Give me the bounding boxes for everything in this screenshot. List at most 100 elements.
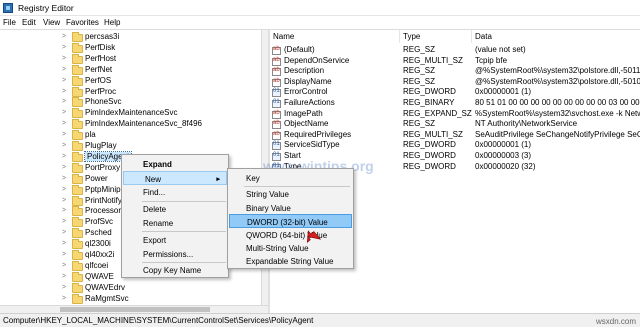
value-name: (Default) (284, 45, 315, 54)
context-item-find[interactable]: Find... (122, 185, 228, 199)
column-header-name[interactable]: Name (270, 30, 400, 43)
tree-item[interactable]: > PerfHost (0, 53, 261, 65)
folder-icon (72, 86, 83, 97)
tree-item-label: Power (85, 173, 108, 183)
expand-arrow-icon[interactable]: > (62, 98, 66, 105)
submenu-item-multi-string-value[interactable]: Multi-String Value (228, 241, 353, 255)
submenu-item-qword-value[interactable]: QWORD (64-bit) Value (228, 228, 353, 242)
tree-item[interactable]: > PhoneSvc (0, 97, 261, 108)
expand-arrow-icon[interactable]: > (62, 295, 66, 302)
tree-item-label: PerfHost (85, 53, 117, 63)
tree-horizontal-scrollbar[interactable] (0, 305, 268, 313)
expand-arrow-icon[interactable]: > (62, 55, 66, 62)
tree-hscroll-thumb[interactable] (60, 307, 210, 312)
expand-arrow-icon[interactable]: > (62, 197, 66, 204)
value-row[interactable]: DisplayName REG_SZ @%SystemRoot%\system32\… (270, 77, 640, 88)
submenu-item-expandable-string-value[interactable]: Expandable String Value (228, 254, 353, 268)
submenu-item-binary-value[interactable]: Binary Value (228, 201, 353, 215)
value-row[interactable]: FailureActions REG_BINARY 80 51 01 00 00 0… (270, 98, 640, 109)
expand-arrow-icon[interactable]: > (62, 175, 66, 182)
value-data: 0x00000003 (3) (475, 151, 532, 160)
value-row[interactable]: (Default) REG_SZ (value not set) (270, 45, 640, 56)
tree-item[interactable]: > QWAVEdrv (0, 282, 261, 294)
expand-arrow-icon[interactable]: > (62, 33, 66, 40)
submenu-item-key[interactable]: Key (228, 171, 353, 185)
value-type: REG_DWORD (403, 140, 456, 150)
tree-item[interactable]: > PerfProc (0, 86, 261, 98)
column-header-type[interactable]: Type (400, 30, 472, 43)
tree-item-label: pla (85, 130, 96, 140)
expand-arrow-icon[interactable]: > (62, 120, 66, 127)
expand-arrow-icon[interactable]: > (62, 88, 66, 95)
expand-arrow-icon[interactable]: > (62, 164, 66, 171)
menu-edit[interactable]: Edit (22, 18, 36, 27)
expand-arrow-icon[interactable]: > (62, 262, 66, 269)
submenu-item-dword-value[interactable]: DWORD (32-bit) Value (229, 214, 352, 228)
context-menu: Expand New ▸ Find... Delete Rename Export… (121, 154, 229, 278)
value-row[interactable]: DependOnService REG_MULTI_SZ Tcpip bfe (270, 56, 640, 67)
value-row[interactable]: ObjectName REG_SZ NT Authority\NetworkServ… (270, 119, 640, 130)
expand-arrow-icon[interactable]: > (62, 273, 66, 280)
tree-item[interactable]: > PerfDisk (0, 42, 261, 54)
value-name: DependOnService (284, 55, 350, 65)
tree-item[interactable]: > PimIndexMaintenanceSvc_8f496 (0, 119, 261, 130)
context-item-new[interactable]: New ▸ (123, 171, 227, 185)
menu-help[interactable]: Help (104, 18, 120, 27)
tree-item[interactable]: > PerfNet (0, 64, 261, 76)
tree-item-label: PerfNet (85, 64, 113, 74)
folder-icon (72, 151, 83, 162)
tree-item[interactable]: > percsas3i (0, 32, 261, 43)
expand-arrow-icon[interactable]: > (62, 109, 66, 116)
value-row[interactable]: ErrorControl REG_DWORD 0x00000001 (1) (270, 87, 640, 98)
tree-item[interactable]: > pla (0, 130, 261, 141)
expand-arrow-icon[interactable]: > (62, 186, 66, 193)
context-item-copy-key-name[interactable]: Copy Key Name (122, 263, 228, 277)
context-item-rename[interactable]: Rename (122, 216, 228, 230)
context-item-permissions[interactable]: Permissions... (122, 247, 228, 261)
expand-arrow-icon[interactable]: > (62, 240, 66, 247)
expand-arrow-icon[interactable]: > (62, 142, 66, 149)
menu-favorites[interactable]: Favorites (66, 18, 99, 27)
expand-arrow-icon[interactable]: > (62, 251, 66, 258)
menu-file[interactable]: File (3, 18, 16, 27)
expand-arrow-icon[interactable]: > (62, 284, 66, 291)
value-row[interactable]: ServiceSidType REG_DWORD 0x00000001 (1) (270, 140, 640, 151)
expand-arrow-icon[interactable]: > (62, 218, 66, 225)
tree-item[interactable]: > PimIndexMaintenanceSvc (0, 108, 261, 119)
tree-item-label: PptpMinipo (85, 184, 126, 194)
tree-item[interactable]: > RaMgmtSvc (0, 293, 261, 305)
value-row[interactable]: RequiredPrivileges REG_MULTI_SZ SeAuditPri… (270, 130, 640, 141)
expand-arrow-icon[interactable]: > (62, 229, 66, 236)
folder-icon (72, 195, 83, 206)
value-data: (value not set) (475, 45, 526, 54)
value-row[interactable]: ImagePath REG_EXPAND_SZ%SystemRoot%\syste… (270, 109, 640, 120)
tree-item[interactable]: > PerfOS (0, 75, 261, 87)
context-item-delete[interactable]: Delete (122, 202, 228, 216)
value-type: REG_MULTI_SZ (403, 129, 463, 139)
expand-arrow-icon[interactable]: > (62, 66, 66, 73)
value-data: @%SystemRoot%\system32\polstore.dll,-501… (475, 76, 640, 86)
context-item-export[interactable]: Export (122, 233, 228, 247)
folder-icon (72, 75, 83, 86)
submenu-item-string-value[interactable]: String Value (228, 187, 353, 201)
submenu-arrow-icon: ▸ (216, 176, 220, 183)
value-data: 0x00000001 (1) (475, 140, 532, 150)
value-row[interactable]: Description REG_SZ @%SystemRoot%\system32\… (270, 66, 640, 77)
context-item-expand[interactable]: Expand (122, 157, 228, 171)
tree-item[interactable]: > PlugPlay (0, 141, 261, 152)
expand-arrow-icon[interactable]: > (62, 131, 66, 138)
tree-item-label: qlfcoei (85, 260, 109, 270)
value-name: ObjectName (284, 119, 329, 129)
expand-arrow-icon[interactable]: > (62, 207, 66, 214)
string-icon (272, 131, 281, 140)
expand-arrow-icon[interactable]: > (62, 44, 66, 51)
folder-icon (72, 32, 83, 42)
tree-item-label: PimIndexMaintenanceSvc_8f496 (85, 119, 202, 129)
value-type: REG_DWORD (403, 151, 456, 160)
value-type: REG_SZ (403, 76, 436, 86)
menu-view[interactable]: View (43, 18, 60, 27)
expand-arrow-icon[interactable]: > (62, 153, 66, 160)
expand-arrow-icon[interactable]: > (62, 77, 66, 84)
current-key-path: Computer\HKEY_LOCAL_MACHINE\SYSTEM\Curre… (3, 316, 314, 325)
column-header-data[interactable]: Data (472, 30, 640, 43)
